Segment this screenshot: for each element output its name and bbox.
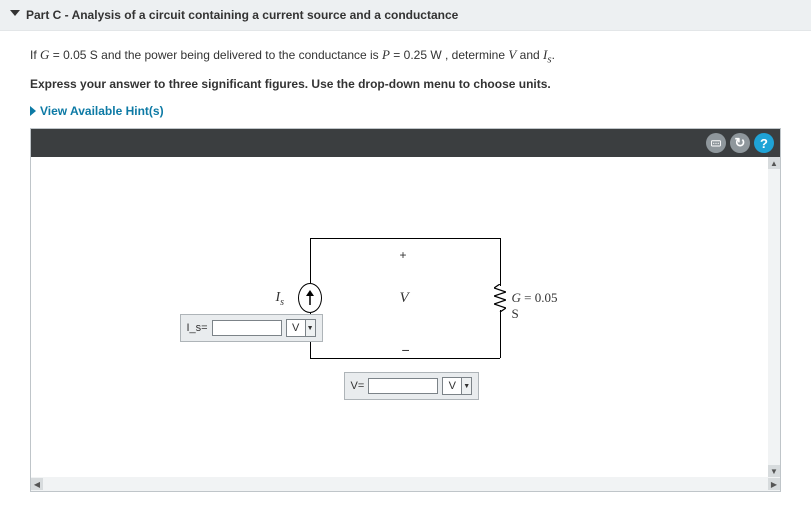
- circuit-canvas: ▲ ▼ Is + − V G = 0.05 S: [31, 157, 780, 477]
- wire-right-upper: [500, 238, 501, 286]
- polarity-minus: −: [402, 342, 410, 358]
- scroll-up-button[interactable]: ▲: [768, 157, 780, 169]
- is-label: I_s=: [187, 322, 208, 334]
- horizontal-scrollbar: ◀ ▶: [31, 477, 780, 491]
- answer-area: ↻ ? ▲ ▼ Is + − V G = 0.05 S: [30, 128, 781, 492]
- answer-toolbar: ↻ ?: [31, 129, 780, 157]
- wire-left-upper: [310, 238, 311, 283]
- input-group-v: V= V ▼: [344, 372, 480, 400]
- var-G: G: [40, 47, 49, 62]
- polarity-plus: +: [400, 248, 407, 262]
- val-P: = 0.25 W: [393, 48, 441, 62]
- help-icon[interactable]: ?: [754, 133, 774, 153]
- chevron-down-icon: ▼: [461, 378, 471, 394]
- wire-bottom: [310, 358, 500, 359]
- input-group-is: I_s= V ▼: [180, 314, 323, 342]
- scroll-down-button[interactable]: ▼: [768, 465, 780, 477]
- is-input[interactable]: [212, 320, 282, 336]
- var-Is: Is: [543, 47, 552, 62]
- part-header[interactable]: Part C - Analysis of a circuit containin…: [0, 0, 811, 31]
- scroll-right-button[interactable]: ▶: [768, 478, 780, 490]
- part-title: Part C - Analysis of a circuit containin…: [26, 8, 458, 22]
- part-label: Part C: [26, 8, 61, 22]
- is-unit-value: V: [287, 322, 305, 334]
- g-var: G: [512, 290, 521, 305]
- chevron-down-icon: ▼: [305, 320, 315, 336]
- circuit-stage: Is + − V G = 0.05 S I_s= V ▼ V=: [240, 218, 560, 398]
- val-G: = 0.05 S: [53, 48, 98, 62]
- var-V: V: [508, 47, 516, 62]
- wire-right-lower: [500, 310, 501, 358]
- v-unit-value: V: [443, 380, 461, 392]
- current-source-icon: [298, 283, 322, 313]
- v-input[interactable]: [368, 378, 438, 394]
- wire-top: [310, 238, 500, 239]
- caret-right-icon: [30, 106, 36, 116]
- prompt-instructions: Express your answer to three significant…: [30, 75, 781, 94]
- v-label: V=: [351, 380, 365, 392]
- scroll-left-button[interactable]: ◀: [31, 478, 43, 490]
- is-unit-select[interactable]: V ▼: [286, 319, 316, 337]
- reset-icon[interactable]: ↻: [730, 133, 750, 153]
- voltage-label: V: [400, 290, 409, 307]
- question-prompt: If G = 0.05 S and the power being delive…: [0, 31, 811, 98]
- source-label: Is: [276, 290, 285, 308]
- hints-label: View Available Hint(s): [40, 104, 164, 118]
- caret-down-icon: [10, 10, 20, 16]
- view-hints-link[interactable]: View Available Hint(s): [0, 98, 811, 128]
- var-P: P: [382, 47, 390, 62]
- part-title-suffix: - Analysis of a circuit containing a cur…: [61, 8, 458, 22]
- prompt-mid: and the power being delivered to the con…: [101, 48, 382, 62]
- v-unit-select[interactable]: V ▼: [442, 377, 472, 395]
- prompt-period: .: [552, 48, 555, 62]
- keyboard-icon[interactable]: [706, 133, 726, 153]
- conductance-icon: [494, 284, 506, 312]
- prompt-and: and: [520, 48, 543, 62]
- source-label-s: s: [280, 297, 284, 308]
- prompt-suffix1: , determine: [445, 48, 508, 62]
- conductance-label: G = 0.05 S: [512, 290, 560, 322]
- prompt-prefix: If: [30, 48, 40, 62]
